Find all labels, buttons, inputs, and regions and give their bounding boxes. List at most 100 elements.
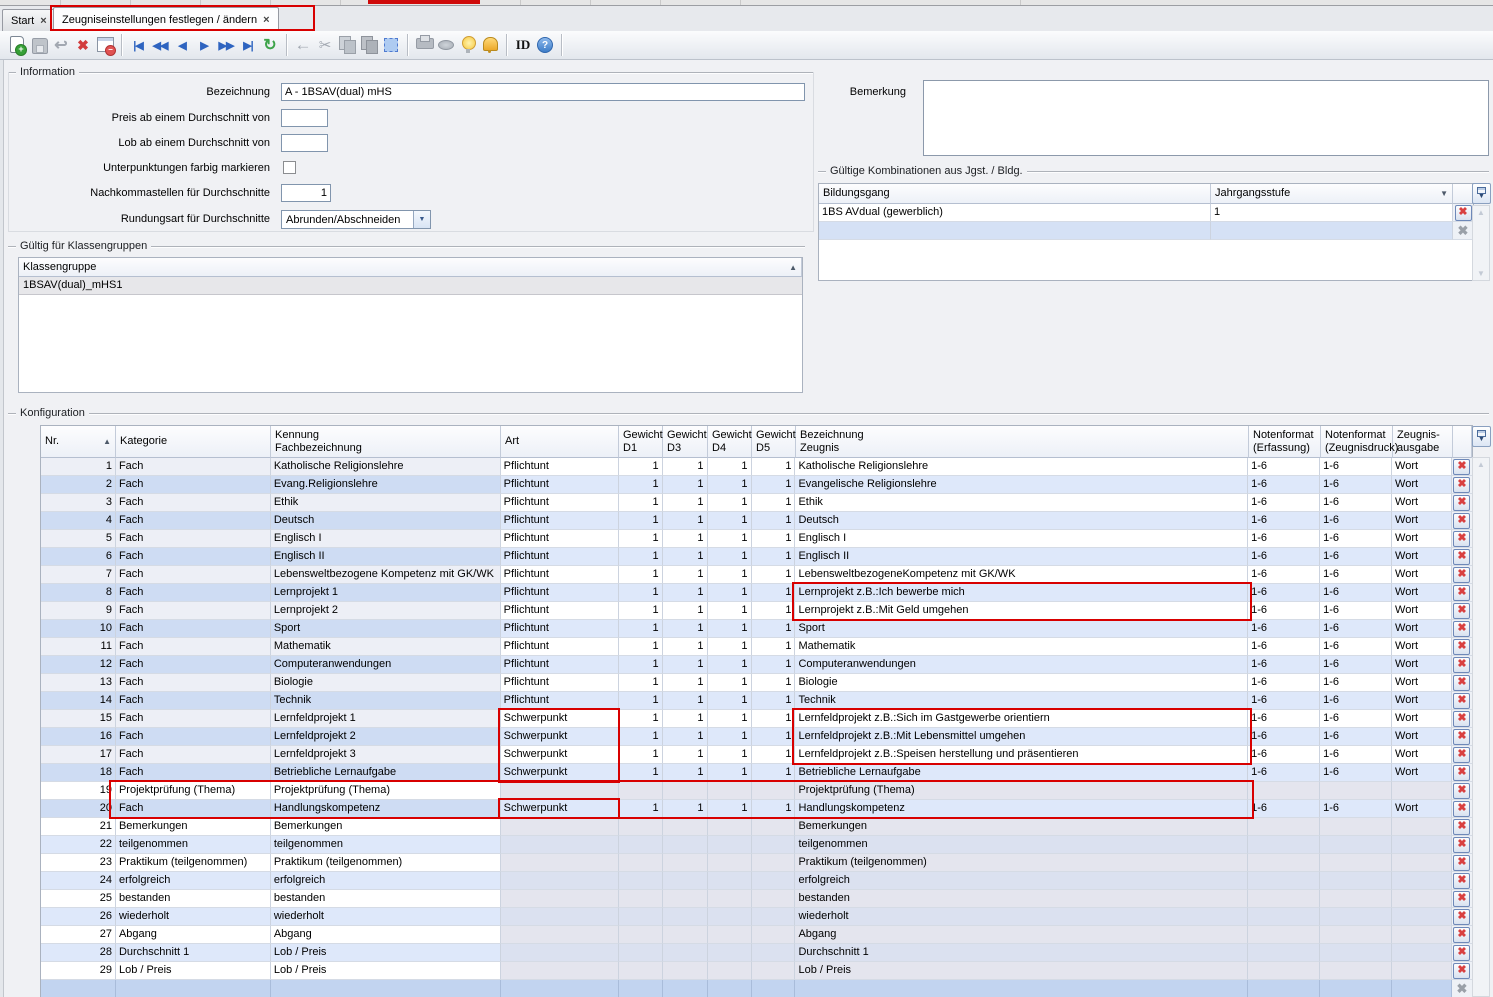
nav-prev-icon[interactable]: ◀ bbox=[171, 34, 193, 56]
delete-row-button[interactable]: ✖ bbox=[1453, 567, 1470, 583]
back-icon[interactable]: ← bbox=[292, 34, 314, 56]
delete-row-button[interactable]: ✖ bbox=[1453, 693, 1470, 709]
scroll-down-icon[interactable]: ▼ bbox=[1477, 269, 1485, 278]
config-row[interactable]: 22teilgenommenteilgenommenteilgenommen✖ bbox=[41, 836, 1472, 854]
config-row[interactable]: 25bestandenbestandenbestanden✖ bbox=[41, 890, 1472, 908]
cell-gewicht-d5[interactable]: 1 bbox=[752, 512, 796, 530]
cell-bezeichnung-zeugnis[interactable]: Englisch II bbox=[795, 548, 1248, 566]
cell-art[interactable]: Schwerpunkt bbox=[501, 764, 619, 782]
sort-ascending-icon[interactable]: ▲ bbox=[103, 435, 111, 448]
cell-art[interactable]: Pflichtunt bbox=[501, 548, 619, 566]
cell-gewicht-d1[interactable]: 1 bbox=[619, 458, 663, 476]
rundungsart-select[interactable]: Abrunden/Abschneiden ▼ bbox=[281, 210, 431, 229]
cell-gewicht-d4[interactable]: 1 bbox=[708, 638, 752, 656]
cell-notenformat-zeugnisdruck[interactable]: 1-6 bbox=[1320, 764, 1392, 782]
cell-zeugnisausgabe[interactable]: Wort bbox=[1392, 602, 1452, 620]
cell-art[interactable]: Pflichtunt bbox=[501, 458, 619, 476]
column-header-art[interactable]: Art bbox=[501, 426, 619, 458]
cell-bezeichnung-zeugnis[interactable]: Deutsch bbox=[795, 512, 1248, 530]
cell-gewicht-d3-empty[interactable] bbox=[663, 980, 708, 997]
cell-gewicht-d1[interactable]: 1 bbox=[619, 566, 663, 584]
cell-gewicht-d1[interactable]: 1 bbox=[619, 728, 663, 746]
cell-zeugnisausgabe-empty[interactable] bbox=[1392, 980, 1452, 997]
delete-row-button[interactable]: ✖ bbox=[1453, 963, 1470, 979]
cell-gewicht-d4[interactable]: 1 bbox=[708, 746, 752, 764]
save-button[interactable] bbox=[28, 34, 50, 56]
unterpunktungen-checkbox[interactable] bbox=[283, 161, 296, 174]
cell-gewicht-d4[interactable]: 1 bbox=[708, 458, 752, 476]
nachkommastellen-input[interactable] bbox=[281, 184, 331, 202]
cell-gewicht-d4[interactable]: 1 bbox=[708, 548, 752, 566]
cell-notenformat-zeugnisdruck[interactable]: 1-6 bbox=[1320, 566, 1392, 584]
cell-zeugnisausgabe[interactable]: Wort bbox=[1392, 656, 1452, 674]
cell-gewicht-d1[interactable]: 1 bbox=[619, 746, 663, 764]
cell-gewicht-d3[interactable]: 1 bbox=[663, 764, 708, 782]
cell-gewicht-d3[interactable]: 1 bbox=[663, 710, 708, 728]
config-row[interactable]: 26wiederholtwiederholtwiederholt✖ bbox=[41, 908, 1472, 926]
cell-notenformat-erfassung[interactable]: 1-6 bbox=[1248, 458, 1320, 476]
cell-zeugnisausgabe[interactable]: Wort bbox=[1392, 692, 1452, 710]
delete-row-button[interactable]: ✖ bbox=[1453, 711, 1470, 727]
cell-jahrgangsstufe[interactable]: 1 bbox=[1211, 204, 1453, 222]
config-row[interactable]: 3FachEthikPflichtunt1111Ethik1-61-6Wort✖ bbox=[41, 494, 1472, 512]
cell-gewicht-d3[interactable]: 1 bbox=[663, 512, 708, 530]
cell-gewicht-d1[interactable]: 1 bbox=[619, 656, 663, 674]
cell-gewicht-d5[interactable]: 1 bbox=[752, 584, 796, 602]
config-row[interactable]: 27AbgangAbgangAbgang✖ bbox=[41, 926, 1472, 944]
delete-row-button[interactable]: ✖ bbox=[1453, 747, 1470, 763]
cell-gewicht-d5[interactable]: 1 bbox=[752, 656, 796, 674]
cell-gewicht-d5[interactable]: 1 bbox=[752, 764, 796, 782]
config-row[interactable]: 14FachTechnikPflichtunt1111Technik1-61-6… bbox=[41, 692, 1472, 710]
cell-bezeichnung-zeugnis[interactable]: Katholische Religionslehre bbox=[795, 458, 1248, 476]
cell-gewicht-d3[interactable]: 1 bbox=[663, 638, 708, 656]
column-header-notenformat-erfassung[interactable]: Notenformat (Erfassung) bbox=[1249, 426, 1321, 458]
cell-art[interactable]: Pflichtunt bbox=[501, 584, 619, 602]
cell-bezeichnung-zeugnis[interactable]: Technik bbox=[795, 692, 1248, 710]
cell-art[interactable]: Schwerpunkt bbox=[501, 800, 619, 818]
cell-bildungsgang[interactable]: 1BS AVdual (gewerblich) bbox=[819, 204, 1211, 222]
cell-art[interactable]: Pflichtunt bbox=[501, 620, 619, 638]
cell-notenformat-zeugnisdruck[interactable]: 1-6 bbox=[1320, 620, 1392, 638]
cell-gewicht-d4[interactable]: 1 bbox=[708, 584, 752, 602]
delete-row-button[interactable]: ✖ bbox=[1453, 783, 1470, 799]
config-row[interactable]: 6FachEnglisch IIPflichtunt1111Englisch I… bbox=[41, 548, 1472, 566]
nav-fast-prev-icon[interactable]: ◀◀ bbox=[149, 34, 171, 56]
delete-row-button[interactable]: ✖ bbox=[1453, 477, 1470, 493]
cell-zeugnisausgabe[interactable]: Wort bbox=[1392, 728, 1452, 746]
cell-art[interactable]: Pflichtunt bbox=[501, 566, 619, 584]
cell-notenformat-erfassung[interactable]: 1-6 bbox=[1248, 638, 1320, 656]
cell-art[interactable]: Pflichtunt bbox=[501, 476, 619, 494]
cell-gewicht-d3[interactable]: 1 bbox=[663, 548, 708, 566]
cell-zeugnisausgabe[interactable]: Wort bbox=[1392, 494, 1452, 512]
close-icon[interactable]: × bbox=[263, 15, 269, 25]
cell-bezeichnung-zeugnis-empty[interactable] bbox=[795, 980, 1248, 997]
cell-gewicht-d4[interactable]: 1 bbox=[708, 602, 752, 620]
delete-row-button[interactable]: ✖ bbox=[1453, 837, 1470, 853]
cell-zeugnisausgabe[interactable]: Wort bbox=[1392, 620, 1452, 638]
config-row[interactable]: 2FachEvang.ReligionslehrePflichtunt1111E… bbox=[41, 476, 1472, 494]
cell-gewicht-d5[interactable]: 1 bbox=[752, 458, 796, 476]
cell-gewicht-d4-empty[interactable] bbox=[708, 980, 752, 997]
undo-icon[interactable]: ↩ bbox=[50, 34, 72, 56]
cell-gewicht-d5[interactable]: 1 bbox=[752, 692, 796, 710]
cell-gewicht-d5[interactable]: 1 bbox=[752, 476, 796, 494]
lob-input[interactable] bbox=[281, 134, 328, 152]
cell-gewicht-d5[interactable]: 1 bbox=[752, 566, 796, 584]
close-icon[interactable]: × bbox=[40, 16, 46, 26]
delete-row-button[interactable]: ✖ bbox=[1453, 801, 1470, 817]
delete-row-button[interactable]: ✖ bbox=[1453, 675, 1470, 691]
cell-art[interactable]: Pflichtunt bbox=[501, 692, 619, 710]
cell-gewicht-d4[interactable]: 1 bbox=[708, 800, 752, 818]
cell-notenformat-erfassung[interactable]: 1-6 bbox=[1248, 566, 1320, 584]
cell-jahrgangsstufe-empty[interactable] bbox=[1211, 222, 1453, 240]
cell-art[interactable]: Pflichtunt bbox=[501, 674, 619, 692]
cell-gewicht-d5[interactable]: 1 bbox=[752, 746, 796, 764]
cell-notenformat-erfassung[interactable]: 1-6 bbox=[1248, 746, 1320, 764]
row-number-empty[interactable] bbox=[41, 980, 116, 997]
cell-notenformat-zeugnisdruck[interactable]: 1-6 bbox=[1320, 656, 1392, 674]
cell-gewicht-d3[interactable]: 1 bbox=[663, 620, 708, 638]
column-header-zeugnisausgabe[interactable]: Zeugnis- ausgabe bbox=[1393, 426, 1453, 458]
print-button[interactable] bbox=[413, 34, 435, 56]
cell-gewicht-d4[interactable]: 1 bbox=[708, 494, 752, 512]
delete-row-button[interactable]: ✖ bbox=[1455, 205, 1472, 221]
